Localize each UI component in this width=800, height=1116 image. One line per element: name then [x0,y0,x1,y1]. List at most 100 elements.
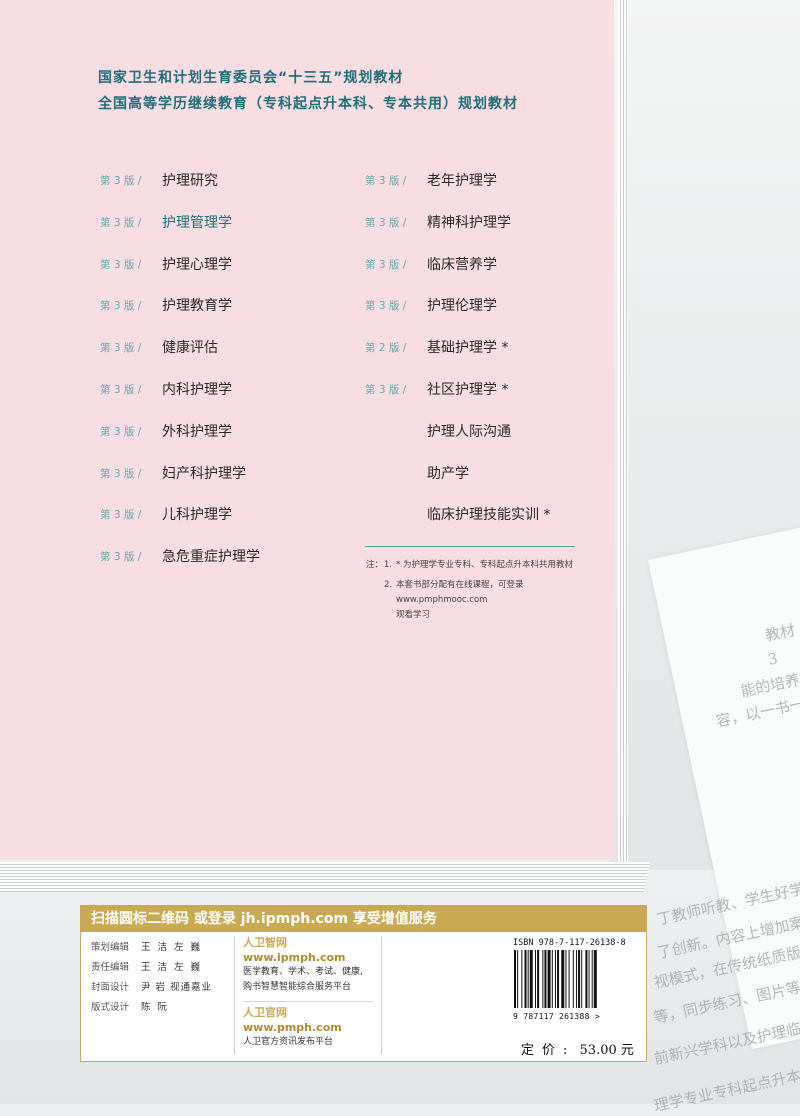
note-item: 注： 1. * 为护理学专业专科、专科起点升本科共用教材 [366,558,616,573]
barcode-icon [514,950,597,1008]
book-title: 健康评估 [162,340,218,357]
edition-label: 第 3 版 / [100,175,142,187]
note-text-continued: 观看学习 [396,610,431,620]
list-item: 第 3 版 / 外科护理学 [100,421,260,463]
list-item: 临床护理技能实训 * [365,504,550,546]
series-subtitle: 全国高等学历继续教育（专科起点升本科、专本共用）规划教材 [98,96,518,112]
list-item: 第 3 版 / 健康评估 [100,337,260,379]
divider [234,936,235,1054]
edition-label: 第 2 版 / [365,342,407,355]
credit-role: 封面设计 [91,982,130,993]
credit-role: 策划编辑 [91,942,130,953]
info-box: 扫描圆标二维码 或登录 jh.ipmph.com 享受增值服务 策划编辑王 洁 … [80,905,647,1062]
book-list-right: 第 3 版 / 老年护理学 第 3 版 / 精神科护理学 第 3 版 / 临床营养学 … [365,170,550,546]
book-title: 护理心理学 [162,256,232,273]
credit-row: 策划编辑王 洁 左 巍 [91,938,226,958]
credit-name: 尹 岩 视通嘉业 [141,982,213,993]
price-label: 定价: [521,1043,576,1058]
edition-label: 第 3 版 / [100,216,142,229]
list-item: 第 3 版 / 老年护理学 [365,170,550,212]
list-item: 第 3 版 / 护理研究 [100,170,260,212]
series-title: 国家卫生和计划生育委员会“十三五”规划教材 [98,70,404,86]
online-services: 人卫智网 www.ipmph.com 医学教育、学术、考试、健康, 购书智慧智能… [243,936,378,1050]
book-title: 护理管理学 [162,214,232,231]
page-edge-stack [618,0,628,880]
edition-label: 第 3 版 / [100,258,142,271]
notes-divider [365,546,575,547]
book-title: 护理人际沟通 [427,423,511,440]
divider [381,936,382,1054]
book-title: 老年护理学 [427,173,497,189]
list-item: 第 3 版 / 妇产科护理学 [100,463,260,505]
service-title: 人卫官网 [243,1006,287,1019]
divider [243,1001,373,1002]
list-item: 第 3 版 / 内科护理学 [100,379,260,421]
edition-label: 第 3 版 / [100,300,142,313]
book-title: 助产学 [427,465,469,482]
edition-label: 第 3 版 / [365,216,407,229]
list-item: 第 3 版 / 精神科护理学 [365,212,550,254]
list-item: 第 3 版 / 临床营养学 [365,254,550,296]
credit-name: 陈 阮 [141,1002,170,1013]
list-item: 护理人际沟通 [365,421,550,463]
editor-credits: 策划编辑王 洁 左 巍 责任编辑王 洁 左 巍 封面设计尹 岩 视通嘉业 版式设… [91,938,226,1018]
note-text: * 为护理学专业专科、专科起点升本科共用教材 [396,560,573,570]
edition-label [365,504,427,507]
book-title: 内科护理学 [162,381,232,398]
note-label: 注： [366,560,384,570]
list-item: 第 3 版 / 护理心理学 [100,254,260,296]
note-item: 2. 本套书部分配有在线课程，可登录 www.pmphmooc.com [366,578,616,608]
edition-label: 第 3 版 / [100,509,142,522]
edition-label: 第 3 版 / [100,551,142,564]
book-title: 护理教育学 [162,298,232,315]
list-item: 第 3 版 / 急危重症护理学 [100,546,260,588]
book-list-left: 第 3 版 / 护理研究 第 3 版 / 护理管理学 第 3 版 / 护理心理学 第 … [100,170,260,588]
edition-label: 第 3 版 / [365,383,407,396]
list-item: 第 3 版 / 社区护理学 * [365,379,550,421]
book-title: 护理伦理学 [427,298,497,315]
book-title: 临床护理技能实训 * [427,507,551,524]
book-title: 社区护理学 * [427,381,509,398]
price: 定价: 53.00 元 [521,1039,634,1058]
book-title: 护理研究 [162,173,218,189]
credit-name: 王 洁 左 巍 [141,942,203,953]
note-number: 2. [384,580,393,590]
page-edge-stack-bottom [0,862,651,892]
book-title: 急危重症护理学 [162,549,260,566]
price-value: 53.00 元 [579,1043,634,1058]
series-header: 国家卫生和计划生育委员会“十三五”规划教材 全国高等学历继续教育（专科起点升本科… [98,65,518,117]
credit-name: 王 洁 左 巍 [141,962,203,973]
edition-label: 第 3 版 / [100,467,142,480]
book-title: 基础护理学 * [427,340,509,357]
isbn-text: ISBN 978-7-117-26138-8 [513,938,626,948]
book-title: 妇产科护理学 [162,465,246,482]
list-item: 第 3 版 / 儿科护理学 [100,504,260,546]
isbn-barcode: ISBN 978-7-117-26138-8 9 787117 261388 > [513,938,638,1021]
edition-label [365,463,427,466]
service-description: 医学教育、学术、考试、健康, [243,967,363,977]
service-description: 购书智慧智能综合服务平台 [243,982,352,992]
edition-label: 第 3 版 / [365,258,407,271]
edition-label: 第 3 版 / [100,383,142,396]
notes: 注： 1. * 为护理学专业专科、专科起点升本科共用教材 2. 本套书部分配有在… [366,558,616,623]
credit-row: 封面设计尹 岩 视通嘉业 [91,978,226,998]
credit-role: 版式设计 [91,1002,130,1013]
edition-label: 第 3 版 / [100,425,142,438]
back-cover-panel: 国家卫生和计划生育委员会“十三五”规划教材 全国高等学历继续教育（专科起点升本科… [0,0,614,860]
service-url: www.ipmph.com [243,951,346,964]
barcode-digits: 9 787117 261388 > [513,1012,600,1021]
edition-label: 第 3 版 / [365,300,407,313]
service-description: 人卫官方资讯发布平台 [243,1037,334,1047]
edition-label: 第 3 版 / [100,342,142,355]
list-item: 第 3 版 / 护理管理学 [100,212,260,254]
service-url: www.pmph.com [243,1021,342,1034]
credit-row: 版式设计陈 阮 [91,998,226,1018]
credit-role: 责任编辑 [91,962,130,973]
edition-label [365,421,427,424]
book-title: 外科护理学 [162,423,232,440]
note-text: 本套书部分配有在线课程，可登录 www.pmphmooc.com [396,580,524,605]
edition-label: 第 3 版 / [365,175,407,187]
service-title: 人卫智网 [243,936,287,949]
book-title: 精神科护理学 [427,214,511,231]
list-item: 第 3 版 / 护理教育学 [100,295,260,337]
